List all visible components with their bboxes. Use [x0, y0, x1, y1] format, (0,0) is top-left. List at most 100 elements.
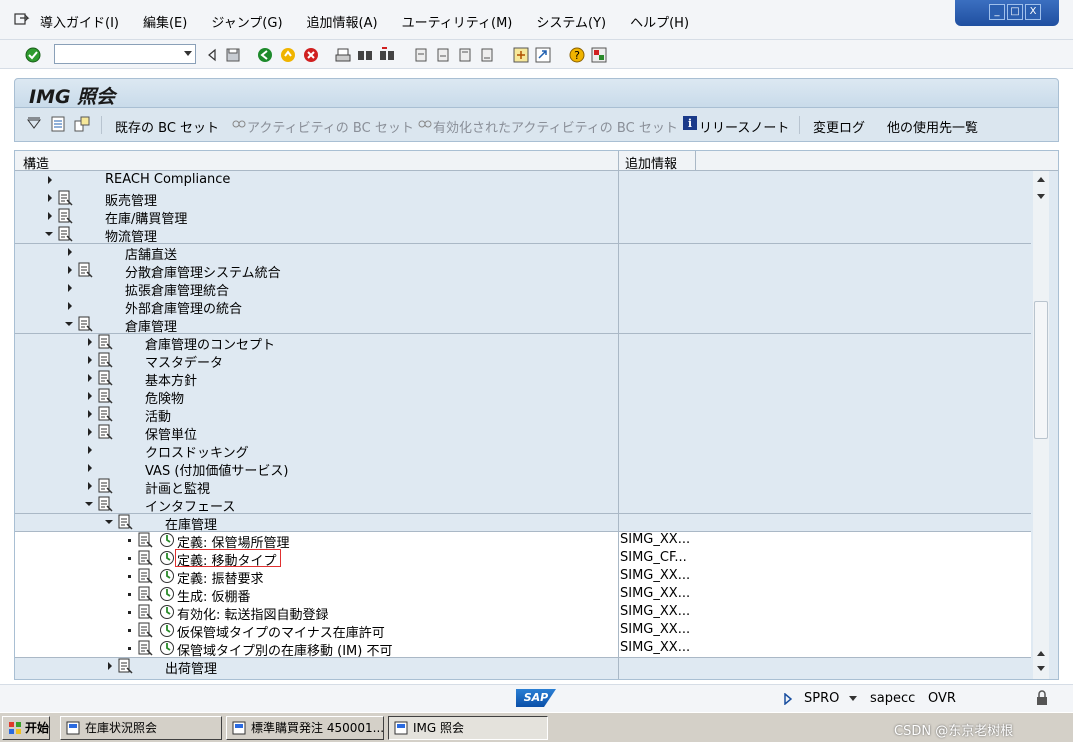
menu-item-system[interactable]: システム(Y)	[536, 12, 606, 31]
collapse-node-icon[interactable]	[45, 232, 53, 236]
tree-row[interactable]: 計画と監視	[15, 477, 1031, 497]
expand-node-icon[interactable]	[108, 662, 112, 670]
menu-item-extras[interactable]: 追加情報(A)	[307, 12, 378, 31]
find-next-icon[interactable]	[378, 46, 396, 64]
next-page-icon[interactable]	[456, 46, 474, 64]
exit-yellow-icon[interactable]	[279, 46, 297, 64]
taskbar-item-img[interactable]: IMG 照会	[388, 716, 548, 740]
documentation-icon[interactable]	[97, 496, 113, 512]
taskbar-item-stock-overview[interactable]: 在庫状況照会	[60, 716, 222, 740]
column-info[interactable]: 追加情報	[625, 153, 677, 172]
display-icon[interactable]	[49, 115, 67, 133]
documentation-icon[interactable]	[137, 532, 153, 548]
where-used-icon[interactable]	[73, 115, 91, 133]
documentation-icon[interactable]	[57, 226, 73, 242]
find-icon[interactable]	[356, 46, 374, 64]
release-notes-button[interactable]: リリースノート	[699, 117, 789, 136]
column-structure[interactable]: 構造	[23, 153, 49, 172]
tree-row[interactable]: 仮保管域タイプのマイナス在庫許可 SIMG_XX...	[15, 621, 1031, 641]
execute-clock-icon[interactable]	[159, 550, 175, 566]
tree-node-label[interactable]: 出荷管理	[165, 658, 217, 677]
tree-row[interactable]: 定義: 振替要求 SIMG_XX...	[15, 567, 1031, 587]
existing-bc-set-button[interactable]: 既存の BC セット	[115, 117, 219, 136]
expand-node-icon[interactable]	[88, 482, 92, 490]
scroll-down-icon[interactable]	[1036, 193, 1046, 201]
expand-node-icon[interactable]	[88, 446, 92, 454]
documentation-icon[interactable]	[137, 604, 153, 620]
close-button[interactable]: X	[1025, 4, 1041, 20]
column-divider[interactable]	[695, 151, 696, 171]
expand-node-icon[interactable]	[68, 266, 72, 274]
execute-clock-icon[interactable]	[159, 568, 175, 584]
back-green-icon[interactable]	[256, 46, 274, 64]
documentation-icon[interactable]	[97, 352, 113, 368]
collapse-node-icon[interactable]	[85, 502, 93, 506]
tree-row[interactable]: 分散倉庫管理システム統合	[15, 261, 1031, 281]
documentation-icon[interactable]	[117, 514, 133, 530]
documentation-icon[interactable]	[97, 334, 113, 350]
scroll-up-icon[interactable]	[1036, 649, 1046, 657]
expand-node-icon[interactable]	[48, 212, 52, 220]
expand-node-icon[interactable]	[48, 176, 52, 184]
documentation-icon[interactable]	[137, 622, 153, 638]
expand-node-icon[interactable]	[68, 248, 72, 256]
expand-node-icon[interactable]	[88, 392, 92, 400]
menu-item-jump[interactable]: ジャンプ(G)	[211, 12, 282, 31]
documentation-icon[interactable]	[97, 406, 113, 422]
documentation-icon[interactable]	[97, 388, 113, 404]
documentation-icon[interactable]	[137, 550, 153, 566]
tree-node-label[interactable]: REACH Compliance	[105, 172, 230, 187]
back-arrow-icon[interactable]	[204, 46, 222, 64]
tree-row[interactable]: 外部倉庫管理の統合	[15, 297, 1031, 317]
change-log-button[interactable]: 変更ログ	[813, 117, 865, 136]
vertical-scrollbar[interactable]	[1033, 171, 1049, 679]
save-icon[interactable]	[224, 46, 242, 64]
expand-node-icon[interactable]	[48, 194, 52, 202]
expand-node-icon[interactable]	[88, 464, 92, 472]
documentation-icon[interactable]	[97, 478, 113, 494]
documentation-icon[interactable]	[137, 568, 153, 584]
customize-layout-icon[interactable]	[590, 46, 608, 64]
collapse-all-icon[interactable]	[25, 115, 43, 133]
documentation-icon[interactable]	[97, 370, 113, 386]
tree-row[interactable]: 店舗直送	[15, 243, 1031, 263]
execute-clock-icon[interactable]	[159, 640, 175, 656]
execute-clock-icon[interactable]	[159, 622, 175, 638]
first-page-icon[interactable]	[412, 46, 430, 64]
tree-row[interactable]: クロスドッキング	[15, 441, 1031, 461]
execute-clock-icon[interactable]	[159, 604, 175, 620]
start-button[interactable]: 开始	[2, 716, 50, 740]
tree-row[interactable]: 倉庫管理のコンセプト	[15, 333, 1031, 353]
documentation-icon[interactable]	[137, 586, 153, 602]
execute-clock-icon[interactable]	[159, 586, 175, 602]
tree-row[interactable]: 活動	[15, 405, 1031, 425]
menu-item-guide[interactable]: 導入ガイド(I)	[40, 12, 119, 31]
enter-check-icon[interactable]	[24, 46, 42, 64]
tree-row[interactable]: 定義: 移動タイプ SIMG_CF...	[15, 549, 1031, 569]
expand-node-icon[interactable]	[88, 428, 92, 436]
tree-row[interactable]: 物流管理	[15, 225, 1031, 245]
documentation-icon[interactable]	[97, 424, 113, 440]
tree-row[interactable]: 有効化: 転送指図自動登録 SIMG_XX...	[15, 603, 1031, 623]
previous-page-icon[interactable]	[434, 46, 452, 64]
documentation-icon[interactable]	[77, 316, 93, 332]
print-icon[interactable]	[334, 46, 352, 64]
execute-clock-icon[interactable]	[159, 532, 175, 548]
collapse-node-icon[interactable]	[105, 520, 113, 524]
tree-row[interactable]: 保管単位	[15, 423, 1031, 443]
status-expand-icon[interactable]	[784, 693, 792, 705]
help-icon[interactable]: ?	[568, 46, 586, 64]
last-page-icon[interactable]	[478, 46, 496, 64]
menu-item-help[interactable]: ヘルプ(H)	[630, 12, 689, 31]
tree-row[interactable]: REACH Compliance	[15, 171, 1031, 189]
tree-row[interactable]: 在庫管理	[15, 513, 1031, 533]
scroll-up-icon[interactable]	[1036, 175, 1046, 183]
shortcut-icon[interactable]	[534, 46, 552, 64]
column-divider[interactable]	[618, 151, 619, 171]
tree-row[interactable]: 倉庫管理	[15, 315, 1031, 335]
tree-row[interactable]: マスタデータ	[15, 351, 1031, 371]
activated-activity-bc-set-button[interactable]: 有効化されたアクティビティの BC セット	[433, 117, 678, 136]
chevron-down-icon[interactable]	[184, 51, 192, 56]
documentation-icon[interactable]	[137, 640, 153, 656]
expand-node-icon[interactable]	[68, 302, 72, 310]
